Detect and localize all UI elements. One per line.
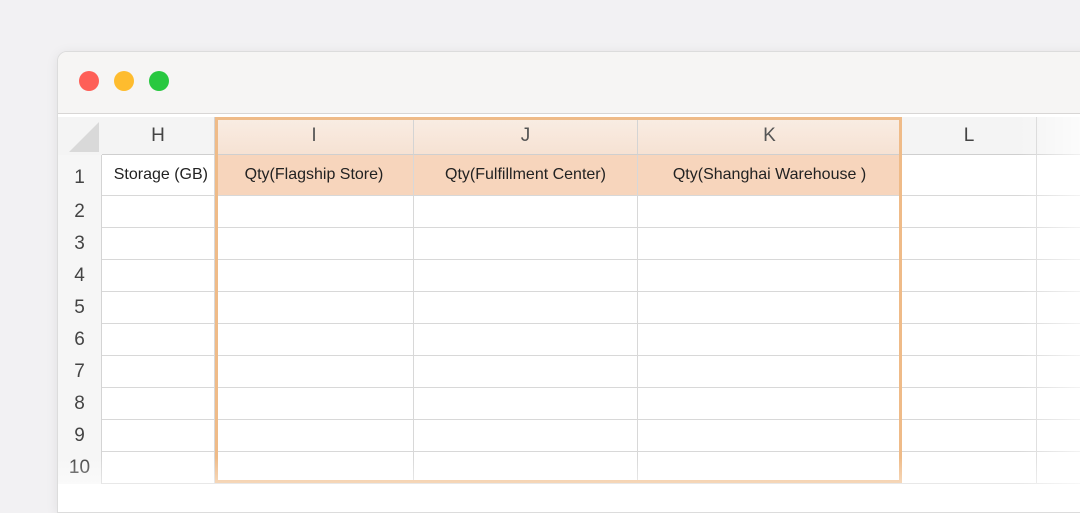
select-all-triangle-icon [69, 122, 99, 152]
cell-j7[interactable] [414, 356, 638, 388]
row-header-10[interactable]: 10 [58, 452, 102, 484]
row-header-5[interactable]: 5 [58, 292, 102, 324]
cell-k3[interactable] [638, 228, 902, 260]
cell-l4[interactable] [902, 260, 1037, 292]
row-header-3[interactable]: 3 [58, 228, 102, 260]
cell-h1[interactable]: Storage (GB) [102, 155, 215, 196]
cell-h7[interactable] [102, 356, 215, 388]
cell-m7[interactable] [1037, 356, 1080, 388]
cell-k6[interactable] [638, 324, 902, 356]
cell-k5[interactable] [638, 292, 902, 324]
cell-i7[interactable] [215, 356, 414, 388]
column-header-k[interactable]: K [638, 117, 902, 155]
cell-h9[interactable] [102, 420, 215, 452]
maximize-window-button[interactable] [149, 71, 169, 91]
cell-i10[interactable] [215, 452, 414, 484]
cell-j1[interactable]: Qty(Fulfillment Center) [414, 155, 638, 196]
cell-i1[interactable]: Qty(Flagship Store) [215, 155, 414, 196]
cell-l2[interactable] [902, 196, 1037, 228]
cell-m8[interactable] [1037, 388, 1080, 420]
cell-l1[interactable] [902, 155, 1037, 196]
cell-i9[interactable] [215, 420, 414, 452]
cell-i6[interactable] [215, 324, 414, 356]
column-header-l[interactable]: L [902, 117, 1037, 155]
cell-h5[interactable] [102, 292, 215, 324]
cell-k10[interactable] [638, 452, 902, 484]
cell-j5[interactable] [414, 292, 638, 324]
cell-m1[interactable] [1037, 155, 1080, 196]
cell-k2[interactable] [638, 196, 902, 228]
cell-l5[interactable] [902, 292, 1037, 324]
cell-k9[interactable] [638, 420, 902, 452]
cell-i3[interactable] [215, 228, 414, 260]
cell-m4[interactable] [1037, 260, 1080, 292]
cell-j9[interactable] [414, 420, 638, 452]
cell-h8[interactable] [102, 388, 215, 420]
cell-h4[interactable] [102, 260, 215, 292]
cell-l10[interactable] [902, 452, 1037, 484]
row-header-6[interactable]: 6 [58, 324, 102, 356]
cell-m2[interactable] [1037, 196, 1080, 228]
cell-l7[interactable] [902, 356, 1037, 388]
cell-i8[interactable] [215, 388, 414, 420]
cell-j2[interactable] [414, 196, 638, 228]
cell-j8[interactable] [414, 388, 638, 420]
spreadsheet-window: H I J K L 1 Storage (GB) Qty(Flagship St… [57, 51, 1080, 513]
cell-l8[interactable] [902, 388, 1037, 420]
cell-k1[interactable]: Qty(Shanghai Warehouse ) [638, 155, 902, 196]
cell-l9[interactable] [902, 420, 1037, 452]
title-bar [58, 52, 1080, 114]
cell-k8[interactable] [638, 388, 902, 420]
cell-m5[interactable] [1037, 292, 1080, 324]
row-header-4[interactable]: 4 [58, 260, 102, 292]
cell-l6[interactable] [902, 324, 1037, 356]
cell-i5[interactable] [215, 292, 414, 324]
cell-j10[interactable] [414, 452, 638, 484]
cell-m9[interactable] [1037, 420, 1080, 452]
cell-h3[interactable] [102, 228, 215, 260]
close-window-button[interactable] [79, 71, 99, 91]
minimize-window-button[interactable] [114, 71, 134, 91]
cell-i2[interactable] [215, 196, 414, 228]
cell-m6[interactable] [1037, 324, 1080, 356]
cell-j3[interactable] [414, 228, 638, 260]
column-header-h[interactable]: H [102, 117, 215, 155]
cell-j6[interactable] [414, 324, 638, 356]
row-header-7[interactable]: 7 [58, 356, 102, 388]
row-header-8[interactable]: 8 [58, 388, 102, 420]
cell-j4[interactable] [414, 260, 638, 292]
column-header-j[interactable]: J [414, 117, 638, 155]
cell-l3[interactable] [902, 228, 1037, 260]
row-header-1[interactable]: 1 [58, 155, 102, 196]
column-header-i[interactable]: I [215, 117, 414, 155]
spreadsheet-grid: H I J K L 1 Storage (GB) Qty(Flagship St… [58, 117, 1080, 512]
row-header-9[interactable]: 9 [58, 420, 102, 452]
cell-h10[interactable] [102, 452, 215, 484]
cell-m10[interactable] [1037, 452, 1080, 484]
select-all-corner[interactable] [58, 117, 103, 156]
column-header-m[interactable] [1037, 117, 1080, 155]
row-header-2[interactable]: 2 [58, 196, 102, 228]
cell-h6[interactable] [102, 324, 215, 356]
cell-k4[interactable] [638, 260, 902, 292]
cell-m3[interactable] [1037, 228, 1080, 260]
cell-h2[interactable] [102, 196, 215, 228]
cell-k7[interactable] [638, 356, 902, 388]
cell-i4[interactable] [215, 260, 414, 292]
